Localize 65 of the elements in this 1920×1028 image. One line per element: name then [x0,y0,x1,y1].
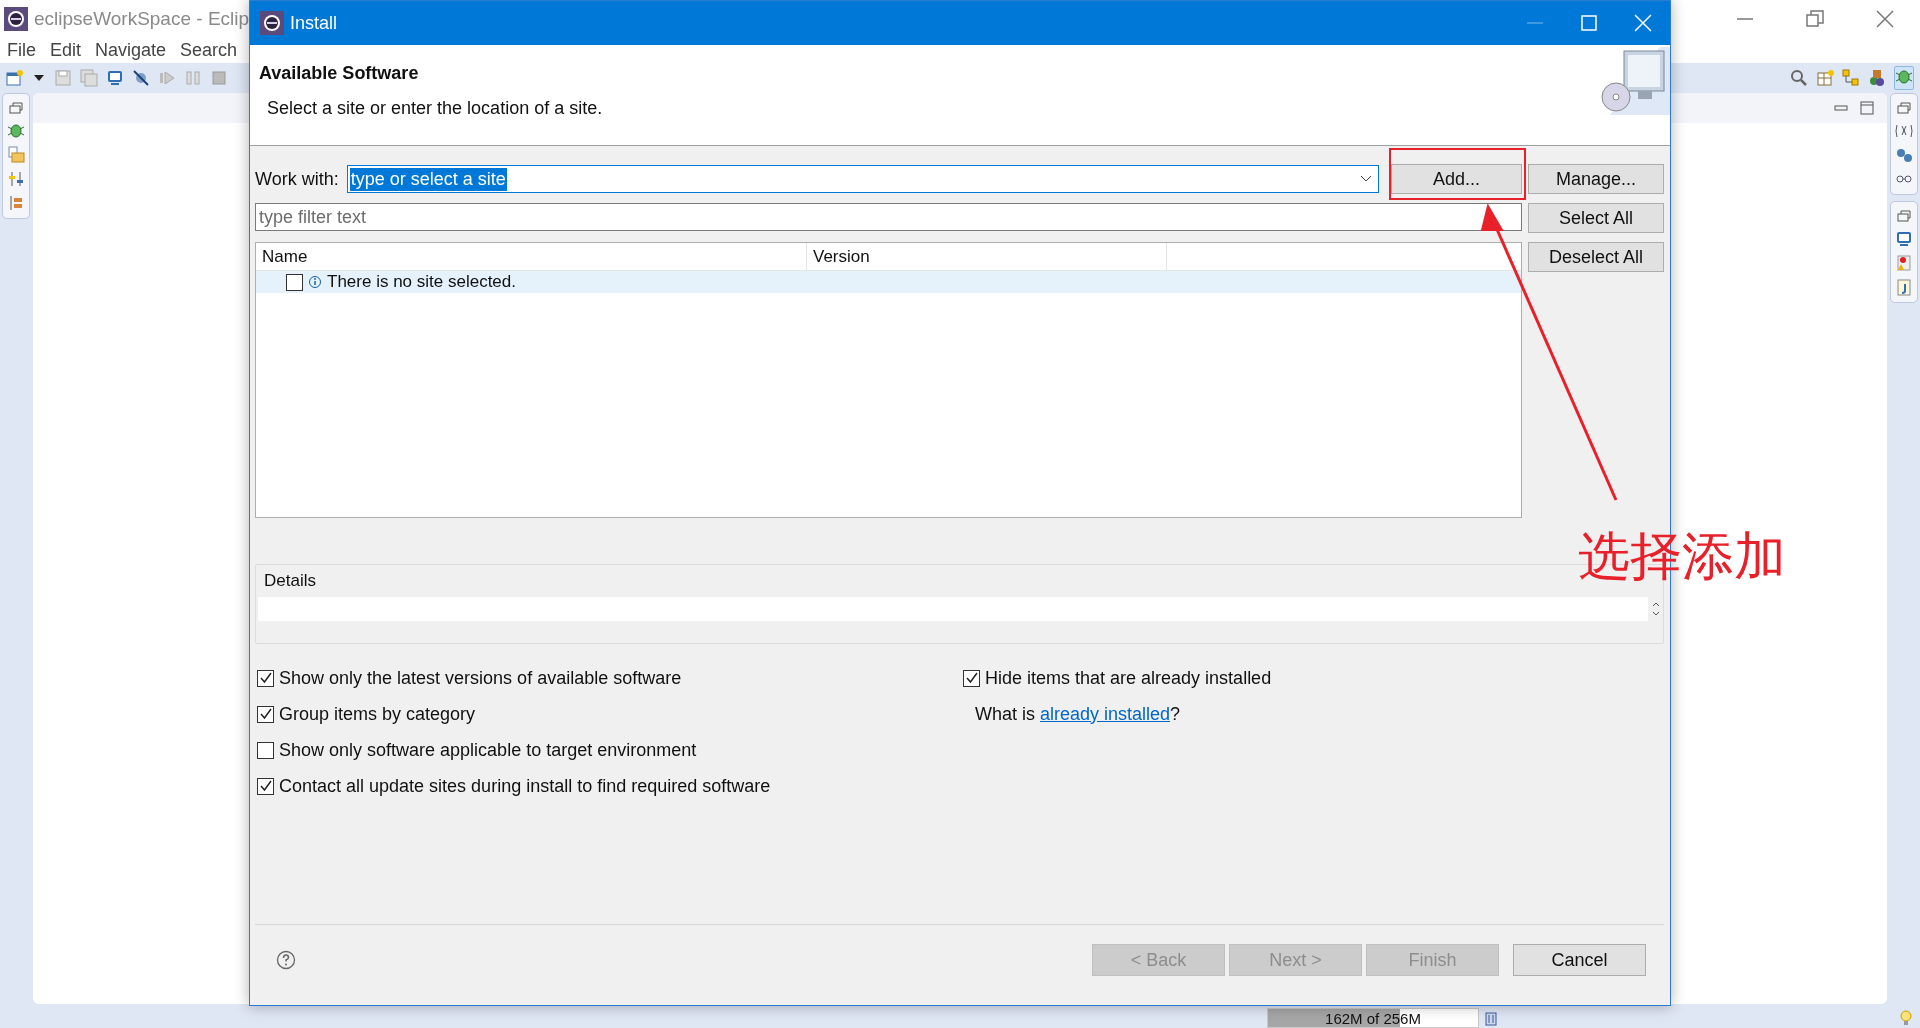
lightbulb-icon[interactable] [1898,1009,1914,1027]
checkbox[interactable] [257,669,274,687]
restore-view-icon[interactable] [1895,100,1913,116]
help-icon[interactable] [276,950,296,970]
checkbox-label[interactable]: Group items by category [279,703,476,725]
breakpoints-icon[interactable] [1895,146,1913,164]
skip-breakpoints-icon[interactable] [132,69,150,87]
add-button[interactable]: Add... [1391,164,1522,194]
caret-icon[interactable] [1360,175,1372,183]
wizard-button[interactable]: Cancel [1513,944,1646,976]
java-perspective-icon[interactable] [1868,69,1886,87]
page-heading: Available Software [259,63,420,84]
checkbox-label[interactable]: Hide items that are already installed [985,667,1272,689]
menu-item[interactable]: Edit [50,39,82,61]
hierarchy-icon[interactable] [1842,69,1860,87]
row-text: There is no site selected. [327,272,516,292]
perspective-icon[interactable] [1816,69,1834,87]
field-label: Work with: [255,168,339,190]
dialog-logo [260,11,284,35]
checkbox-label[interactable]: Show only software applicable to target environment [279,739,697,761]
column-header[interactable]: Name [256,243,807,270]
maximize-view-icon[interactable] [1859,100,1875,116]
site-combo[interactable]: type or select a site [346,165,1379,193]
maximize-icon[interactable] [1580,14,1598,32]
checkbox[interactable] [257,777,274,795]
checkbox[interactable] [963,669,980,687]
restore-icon[interactable] [1806,9,1824,28]
debug-bug-icon[interactable] [1895,67,1913,85]
bug-icon[interactable] [7,122,25,140]
checkbox[interactable] [257,741,274,759]
installed-link-text: What is already installed? [974,702,1182,727]
group-label: Details [263,571,317,591]
filter-field[interactable]: type filter text [255,203,1522,231]
checkbox-label[interactable]: Show only the latest versions of available software [279,667,682,689]
trash-icon[interactable] [1483,1009,1499,1027]
outline-icon[interactable] [7,194,25,212]
column-header[interactable]: Version [807,243,1167,270]
heap-status-bar[interactable]: 162M of 256M [1267,1008,1479,1028]
close-icon[interactable] [1876,9,1894,28]
menu-item[interactable]: Navigate [95,39,167,61]
table-row[interactable]: There is no site selected. [256,271,1521,293]
manage-button[interactable]: Manage... [1528,164,1664,194]
restore-view-icon[interactable] [1895,208,1913,224]
dialog-title: Install [290,12,338,34]
menu-item[interactable]: Search [180,39,238,61]
info-icon [308,275,322,289]
javadoc-icon[interactable] [1895,278,1913,296]
restore-view-icon[interactable] [7,100,25,116]
page-description: Select a site or enter the location of a site. [267,98,603,119]
folder-icon[interactable] [7,146,25,164]
already-installed-link[interactable]: already installed [1040,703,1171,725]
menu-item[interactable]: File [7,39,36,61]
select-all-button[interactable]: Select All [1528,203,1664,233]
checkbox-label[interactable]: Contact all update sites during install to find required software [279,775,771,797]
problems-icon[interactable] [1895,254,1913,272]
console-icon[interactable] [1895,230,1913,248]
search-icon[interactable] [1790,69,1808,87]
checkbox[interactable] [286,273,303,291]
deselect-all-button[interactable]: Deselect All [1528,242,1664,272]
spinner-icon[interactable] [1650,601,1662,617]
new-window-icon[interactable] [6,69,24,87]
window-title: eclipseWorkSpace - Eclip [34,7,250,30]
monitor-icon[interactable] [106,69,124,87]
checkbox[interactable] [257,705,274,723]
app-logo [4,6,28,31]
